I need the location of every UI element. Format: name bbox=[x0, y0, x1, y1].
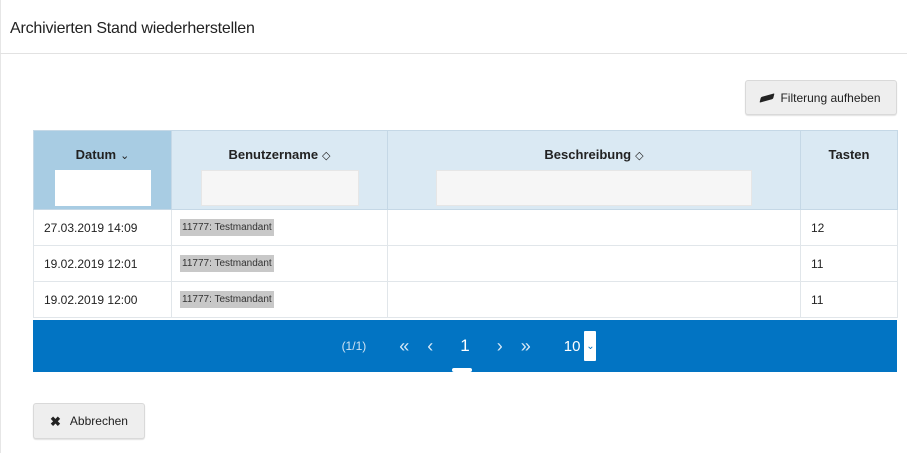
archive-table: Datum ⌄ Benutzername ◇ Beschreibung ◇ Taste… bbox=[33, 130, 898, 318]
last-page-icon[interactable]: » bbox=[521, 336, 531, 357]
cell-datum: 19.02.2019 12:00 bbox=[33, 281, 172, 318]
cell-tasten: 11 bbox=[800, 245, 898, 282]
next-page-icon[interactable]: › bbox=[497, 336, 503, 357]
page-size-select[interactable]: 10 ⌄ bbox=[564, 331, 597, 361]
sort-icon: ◇ bbox=[635, 150, 644, 162]
column-header-beschreibung[interactable]: Beschreibung ◇ bbox=[387, 130, 801, 210]
sort-icon: ◇ bbox=[322, 150, 331, 162]
page-info: (1/1) bbox=[341, 339, 367, 353]
clear-filter-label: Filterung aufheben bbox=[780, 90, 881, 105]
prev-page-icon[interactable]: ‹ bbox=[427, 336, 433, 357]
user-tag: 11777: Testmandant bbox=[180, 219, 274, 236]
dialog-header: Archivierten Stand wiederherstellen bbox=[0, 0, 907, 54]
filter-input-datum[interactable] bbox=[54, 170, 151, 206]
column-label-benutzername: Benutzername bbox=[228, 147, 319, 162]
column-header-datum[interactable]: Datum ⌄ bbox=[33, 130, 172, 210]
window-edge bbox=[0, 0, 1, 453]
close-icon: ✖ bbox=[50, 413, 61, 429]
dialog-title: Archivierten Stand wiederherstellen bbox=[10, 20, 255, 37]
filter-input-benutzername[interactable] bbox=[200, 170, 359, 206]
user-tag: 11777: Testmandant bbox=[180, 255, 274, 272]
paginator: (1/1) « ‹ 1 › » 10 ⌄ bbox=[33, 320, 897, 372]
first-page-icon[interactable]: « bbox=[399, 336, 409, 357]
column-label-datum: Datum bbox=[75, 147, 117, 162]
cancel-button[interactable]: ✖ Abbrechen bbox=[33, 403, 145, 439]
cell-benutzer: 11777: Testmandant bbox=[171, 281, 388, 318]
cell-beschreibung bbox=[387, 281, 801, 318]
filter-input-beschreibung[interactable] bbox=[436, 170, 752, 206]
user-tag: 11777: Testmandant bbox=[180, 291, 274, 308]
chevron-down-icon[interactable]: ⌄ bbox=[584, 331, 597, 361]
clear-filter-button[interactable]: Filterung aufheben bbox=[745, 80, 897, 115]
eraser-icon bbox=[759, 92, 775, 103]
cell-tasten: 11 bbox=[800, 281, 898, 318]
column-label-tasten: Tasten bbox=[828, 147, 870, 162]
table-header-row: Datum ⌄ Benutzername ◇ Beschreibung ◇ Taste… bbox=[33, 130, 898, 210]
page-size-value: 10 bbox=[563, 337, 581, 355]
cell-benutzer: 11777: Testmandant bbox=[171, 245, 388, 282]
table-row[interactable]: 19.02.2019 12:00 11777: Testmandant 11 bbox=[33, 281, 898, 318]
cell-benutzer: 11777: Testmandant bbox=[171, 209, 388, 246]
column-header-tasten: Tasten bbox=[800, 130, 898, 210]
cancel-label: Abbrechen bbox=[69, 414, 128, 428]
cell-beschreibung bbox=[387, 209, 801, 246]
table-row[interactable]: 19.02.2019 12:01 11777: Testmandant 11 bbox=[33, 245, 898, 282]
page-number: 1 bbox=[460, 336, 470, 355]
current-page-indicator bbox=[452, 368, 473, 372]
column-label-beschreibung: Beschreibung bbox=[544, 147, 632, 162]
cell-datum: 19.02.2019 12:01 bbox=[33, 245, 172, 282]
table-row[interactable]: 27.03.2019 14:09 11777: Testmandant 12 bbox=[33, 209, 898, 246]
cell-datum: 27.03.2019 14:09 bbox=[33, 209, 172, 246]
chevron-down-icon: ⌄ bbox=[120, 150, 130, 162]
cell-tasten: 12 bbox=[800, 209, 898, 246]
page-button-current[interactable]: 1 bbox=[452, 336, 473, 372]
column-header-benutzername[interactable]: Benutzername ◇ bbox=[171, 130, 388, 210]
cell-beschreibung bbox=[387, 245, 801, 282]
